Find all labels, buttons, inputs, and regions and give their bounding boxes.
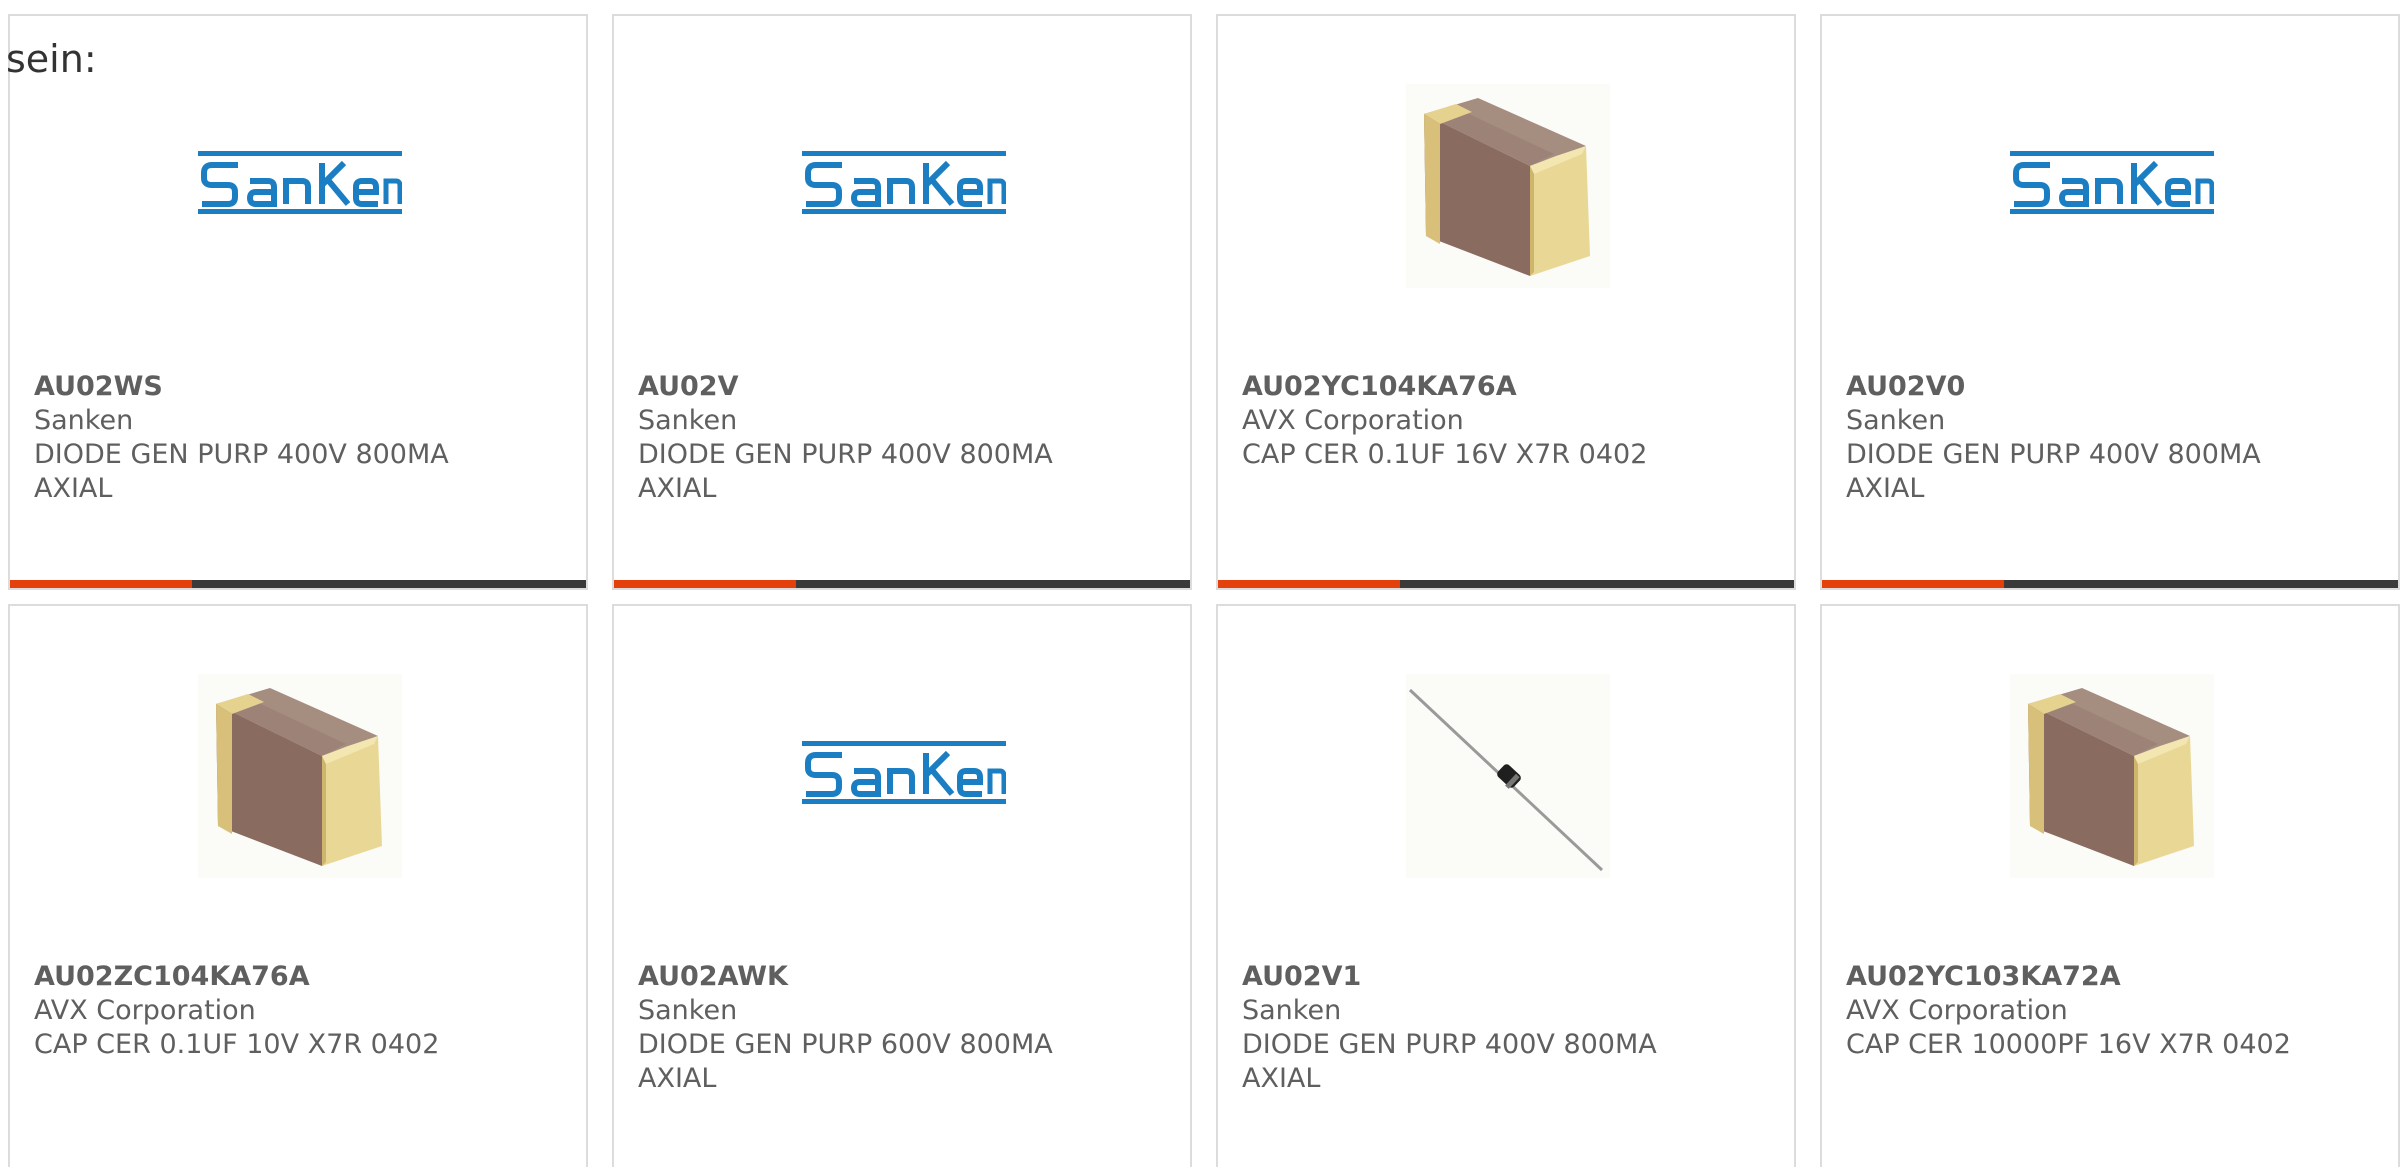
product-info: AU02V Sanken DIODE GEN PURP 400V 800MA AXIA… xyxy=(638,370,1180,506)
product-image[interactable] xyxy=(2010,84,2214,288)
card-bottom-bar xyxy=(10,580,586,588)
card-bottom-bar xyxy=(614,580,1190,588)
part-number[interactable]: AU02AWK xyxy=(638,960,1180,994)
product-card[interactable]: AU02V Sanken DIODE GEN PURP 400V 800MA AXIA… xyxy=(612,14,1192,590)
product-info: AU02YC104KA76A AVX Corporation CAP CER 0.1… xyxy=(1242,370,1784,472)
product-image[interactable] xyxy=(802,674,1006,878)
ceramic-capacitor-icon xyxy=(198,674,402,878)
product-description-continued: AXIAL xyxy=(1846,473,1925,504)
product-image[interactable] xyxy=(198,84,402,288)
product-info: AU02WS Sanken DIODE GEN PURP 400V 800MA AXI… xyxy=(34,370,576,506)
manufacturer-name: AVX Corporation xyxy=(1846,995,2068,1026)
product-description: DIODE GEN PURP 600V 800MA xyxy=(638,1029,1053,1060)
manufacturer-name: Sanken xyxy=(34,405,134,436)
product-info: AU02AWK Sanken DIODE GEN PURP 600V 800MA AX… xyxy=(638,960,1180,1096)
product-image[interactable] xyxy=(198,674,402,878)
card-accent-bar xyxy=(1822,580,2004,588)
manufacturer-name: Sanken xyxy=(638,405,738,436)
product-description-continued: AXIAL xyxy=(1242,1063,1321,1094)
product-grid-page: sein: AU02WS Sanken DIODE GEN PURP 400V 80… xyxy=(0,0,2400,1167)
product-description: DIODE GEN PURP 400V 800MA xyxy=(638,439,1053,470)
card-accent-bar xyxy=(10,580,192,588)
product-image[interactable] xyxy=(1406,84,1610,288)
product-description: CAP CER 0.1UF 16V X7R 0402 xyxy=(1242,439,1648,470)
product-image[interactable] xyxy=(1406,674,1610,878)
product-description: DIODE GEN PURP 400V 800MA xyxy=(34,439,449,470)
manufacturer-name: AVX Corporation xyxy=(34,995,256,1026)
part-number[interactable]: AU02YC103KA72A xyxy=(1846,960,2388,994)
product-info: AU02V0 Sanken DIODE GEN PURP 400V 800MA AXI… xyxy=(1846,370,2388,506)
product-description: DIODE GEN PURP 400V 800MA xyxy=(1242,1029,1657,1060)
axial-diode-icon xyxy=(1406,674,1610,878)
product-info: AU02YC103KA72A AVX Corporation CAP CER 100… xyxy=(1846,960,2388,1062)
card-bottom-bar xyxy=(1218,580,1794,588)
manufacturer-name: AVX Corporation xyxy=(1242,405,1464,436)
card-accent-bar xyxy=(614,580,796,588)
product-card[interactable]: AU02YC104KA76A AVX Corporation CAP CER 0.1… xyxy=(1216,14,1796,590)
product-card[interactable]: AU02AWK Sanken DIODE GEN PURP 600V 800MA AX… xyxy=(612,604,1192,1167)
product-image[interactable] xyxy=(802,84,1006,288)
part-number[interactable]: AU02ZC104KA76A xyxy=(34,960,576,994)
sanken-logo xyxy=(802,741,1006,804)
product-image[interactable] xyxy=(2010,674,2214,878)
sanken-logo xyxy=(802,151,1006,214)
sanken-logo xyxy=(2010,151,2214,214)
product-info: AU02V1 Sanken DIODE GEN PURP 400V 800MA AXI… xyxy=(1242,960,1784,1096)
part-number[interactable]: AU02V1 xyxy=(1242,960,1784,994)
product-description-continued: AXIAL xyxy=(638,473,717,504)
part-number[interactable]: AU02V0 xyxy=(1846,370,2388,404)
product-card[interactable]: AU02YC103KA72A AVX Corporation CAP CER 100… xyxy=(1820,604,2400,1167)
manufacturer-name: Sanken xyxy=(638,995,738,1026)
intro-text: sein: xyxy=(6,37,97,81)
manufacturer-name: Sanken xyxy=(1846,405,1946,436)
product-description: CAP CER 0.1UF 10V X7R 0402 xyxy=(34,1029,440,1060)
card-bottom-bar xyxy=(1822,580,2398,588)
product-card[interactable]: AU02V0 Sanken DIODE GEN PURP 400V 800MA AXI… xyxy=(1820,14,2400,590)
part-number[interactable]: AU02WS xyxy=(34,370,576,404)
card-accent-bar xyxy=(1218,580,1400,588)
product-card[interactable]: AU02WS Sanken DIODE GEN PURP 400V 800MA AXI… xyxy=(8,14,588,590)
product-description-continued: AXIAL xyxy=(638,1063,717,1094)
product-description-continued: AXIAL xyxy=(34,473,113,504)
part-number[interactable]: AU02YC104KA76A xyxy=(1242,370,1784,404)
ceramic-capacitor-icon xyxy=(2010,674,2214,878)
product-info: AU02ZC104KA76A AVX Corporation CAP CER 0.1… xyxy=(34,960,576,1062)
ceramic-capacitor-icon xyxy=(1406,84,1610,288)
product-description: CAP CER 10000PF 16V X7R 0402 xyxy=(1846,1029,2291,1060)
manufacturer-name: Sanken xyxy=(1242,995,1342,1026)
product-card[interactable]: AU02ZC104KA76A AVX Corporation CAP CER 0.1… xyxy=(8,604,588,1167)
sanken-logo xyxy=(198,151,402,214)
part-number[interactable]: AU02V xyxy=(638,370,1180,404)
product-description: DIODE GEN PURP 400V 800MA xyxy=(1846,439,2261,470)
product-card[interactable]: AU02V1 Sanken DIODE GEN PURP 400V 800MA AXI… xyxy=(1216,604,1796,1167)
